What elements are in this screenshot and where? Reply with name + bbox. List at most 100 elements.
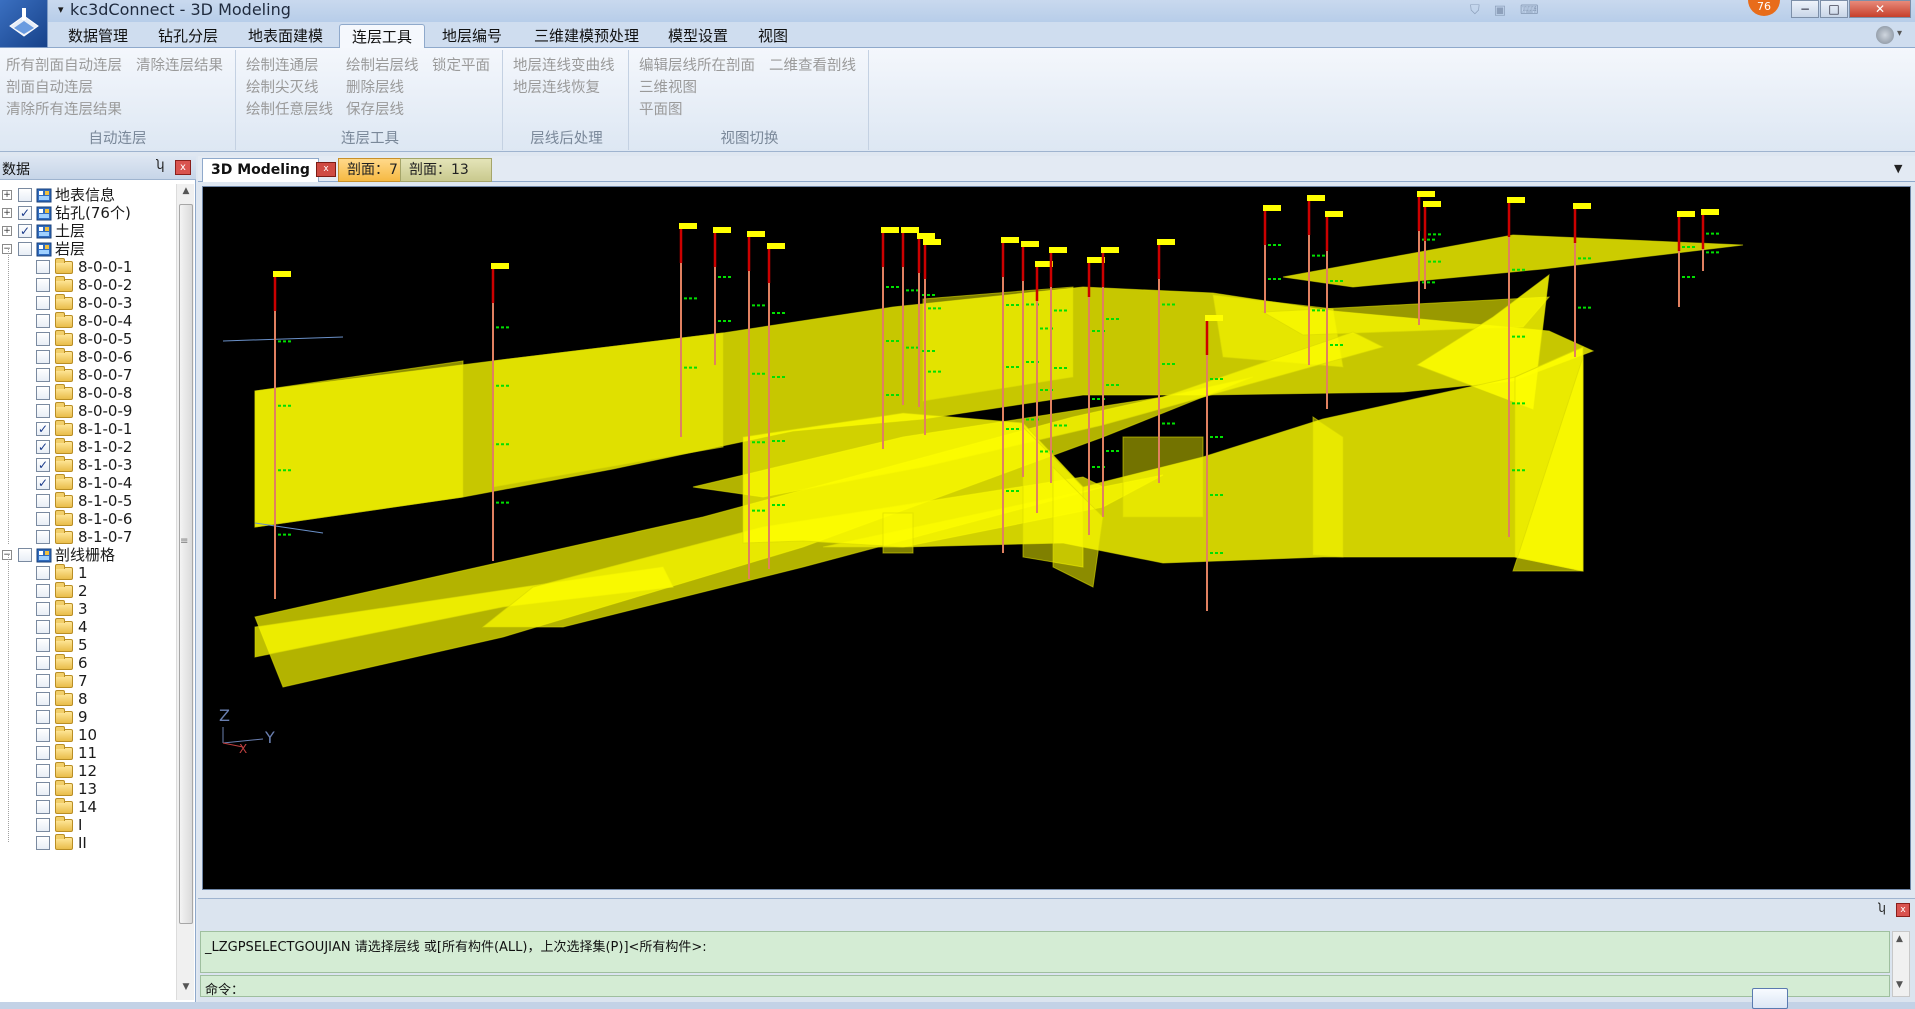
tree-checkbox[interactable]: ✓ (36, 440, 50, 454)
tree-checkbox[interactable] (36, 494, 50, 508)
command-close-button[interactable]: x (1896, 903, 1910, 917)
tree-checkbox[interactable] (36, 332, 50, 346)
tree-checkbox[interactable] (36, 566, 50, 580)
tree-scrollbar[interactable]: ▲ ≡ ▼ (176, 184, 194, 1000)
btn-draw-rock-line[interactable]: 绘制岩层线 (346, 54, 419, 75)
user-status-icon[interactable] (1752, 988, 1788, 1009)
btn-delete-layer-line[interactable]: 删除层线 (346, 76, 404, 97)
pin-icon[interactable]: ʮ (156, 158, 165, 173)
tree-checkbox[interactable] (36, 314, 50, 328)
title-bar: ▾ kc3dConnect - 3D Modeling ⛉▣⌨ 76 − □ ✕ (0, 0, 1915, 22)
btn-plan-view[interactable]: 平面图 (639, 98, 683, 119)
expand-icon[interactable]: + (2, 226, 12, 236)
btn-3d-view[interactable]: 三维视图 (639, 76, 697, 97)
doc-tab-close-button[interactable]: x (316, 162, 336, 177)
tree-checkbox[interactable] (36, 692, 50, 706)
tree-checkbox[interactable] (36, 350, 50, 364)
folder-icon (55, 384, 73, 400)
tree-checkbox[interactable]: ✓ (36, 476, 50, 490)
ribbon-options-arrow-icon[interactable]: ▾ (1897, 28, 1902, 39)
tree-checkbox[interactable] (36, 530, 50, 544)
tab-layer-numbering[interactable]: 地层编号 (430, 24, 514, 48)
tree-checkbox[interactable] (36, 638, 50, 652)
collapse-icon[interactable]: − (2, 244, 12, 254)
tree-checkbox[interactable] (18, 242, 32, 256)
tree-checkbox[interactable] (36, 602, 50, 616)
tree-checkbox[interactable] (36, 404, 50, 418)
tree-checkbox[interactable]: ✓ (36, 422, 50, 436)
tree-checkbox[interactable] (18, 548, 32, 562)
command-scrollbar[interactable]: ▲ ▼ (1892, 931, 1910, 997)
btn-section-auto-connect[interactable]: 剖面自动连层 (6, 76, 93, 97)
btn-draw-arbitrary-line[interactable]: 绘制任意层线 (246, 98, 333, 119)
command-pin-icon[interactable]: ʮ (1878, 901, 1886, 915)
btn-line-restore[interactable]: 地层连线恢复 (513, 76, 600, 97)
tree-checkbox[interactable] (36, 368, 50, 382)
cmd-scroll-down-icon[interactable]: ▼ (1896, 980, 1903, 990)
close-button[interactable]: ✕ (1849, 0, 1911, 18)
3d-viewport[interactable]: Z Y X (202, 186, 1911, 890)
tree-checkbox[interactable] (36, 260, 50, 274)
btn-lock-plane[interactable]: 锁定平面 (432, 54, 490, 75)
tree-checkbox[interactable]: ✓ (36, 458, 50, 472)
tree-checkbox[interactable] (36, 764, 50, 778)
scroll-thumb[interactable] (179, 204, 193, 924)
notification-badge[interactable]: 76 (1748, 0, 1780, 16)
tab-model-settings[interactable]: 模型设置 (656, 24, 740, 48)
quick-access-arrow-icon[interactable]: ▾ (58, 3, 64, 16)
btn-draw-connected-layer[interactable]: 绘制连通层 (246, 54, 319, 75)
cmd-scroll-up-icon[interactable]: ▲ (1896, 934, 1903, 944)
app-logo-icon[interactable] (0, 0, 48, 48)
expand-icon[interactable]: + (2, 190, 12, 200)
tab-section-7[interactable]: 剖面：7 (338, 158, 407, 182)
tab-data-management[interactable]: 数据管理 (56, 24, 140, 48)
tab-borehole-layering[interactable]: 钻孔分层 (146, 24, 230, 48)
tree-checkbox[interactable] (36, 512, 50, 526)
tree-checkbox[interactable] (36, 728, 50, 742)
section-item[interactable]: II (0, 832, 176, 854)
tab-list-arrow-icon[interactable]: ▼ (1894, 162, 1902, 175)
tab-view[interactable]: 视图 (746, 24, 800, 48)
expand-icon[interactable]: + (2, 208, 12, 218)
btn-save-layer-line[interactable]: 保存层线 (346, 98, 404, 119)
data-panel-header: 数据 ʮ x (0, 156, 196, 180)
btn-clear-connect-results[interactable]: 清除连层结果 (136, 54, 223, 75)
tree-checkbox[interactable]: ✓ (18, 206, 32, 220)
btn-line-to-curve[interactable]: 地层连线变曲线 (513, 54, 615, 75)
help-icon[interactable] (1876, 26, 1894, 44)
tree-checkbox[interactable] (36, 746, 50, 760)
tree-checkbox[interactable] (36, 782, 50, 796)
tree-checkbox[interactable] (36, 386, 50, 400)
tree-checkbox[interactable] (36, 620, 50, 634)
btn-2d-view-section[interactable]: 二维查看剖线 (769, 54, 856, 75)
minimize-button[interactable]: − (1791, 0, 1819, 18)
panel-close-button[interactable]: x (175, 160, 191, 175)
tree-checkbox[interactable] (36, 818, 50, 832)
tab-3d-modeling[interactable]: 3D Modeling (202, 158, 319, 182)
tree-checkbox[interactable]: ✓ (18, 224, 32, 238)
maximize-button[interactable]: □ (1820, 0, 1848, 18)
btn-edit-line-section[interactable]: 编辑层线所在剖面 (639, 54, 755, 75)
tree-checkbox[interactable] (36, 656, 50, 670)
tree-checkbox[interactable] (36, 674, 50, 688)
tree-checkbox[interactable] (36, 296, 50, 310)
tab-3d-preprocess[interactable]: 三维建模预处理 (522, 24, 651, 48)
btn-clear-all-connect-results[interactable]: 清除所有连层结果 (6, 98, 122, 119)
tree-checkbox[interactable] (18, 188, 32, 202)
title-tools-icons[interactable]: ⛉▣⌨ (1470, 3, 1553, 18)
scroll-up-icon[interactable]: ▲ (179, 186, 193, 202)
tab-connect-tools[interactable]: 连层工具 (339, 24, 426, 48)
tree-checkbox[interactable] (36, 800, 50, 814)
tree-checkbox[interactable] (36, 584, 50, 598)
layer-icon (36, 187, 52, 203)
tree-checkbox[interactable] (36, 836, 50, 850)
tab-surface-modeling[interactable]: 地表面建模 (236, 24, 335, 48)
tab-section-13[interactable]: 剖面：13 (400, 158, 492, 182)
tree-checkbox[interactable] (36, 278, 50, 292)
scroll-down-icon[interactable]: ▼ (179, 982, 193, 998)
btn-all-sections-auto-connect[interactable]: 所有剖面自动连层 (6, 54, 122, 75)
btn-draw-pinchout-line[interactable]: 绘制尖灭线 (246, 76, 319, 97)
collapse-icon[interactable]: − (2, 550, 12, 560)
tree-checkbox[interactable] (36, 710, 50, 724)
command-input[interactable]: 命令： (200, 975, 1890, 998)
